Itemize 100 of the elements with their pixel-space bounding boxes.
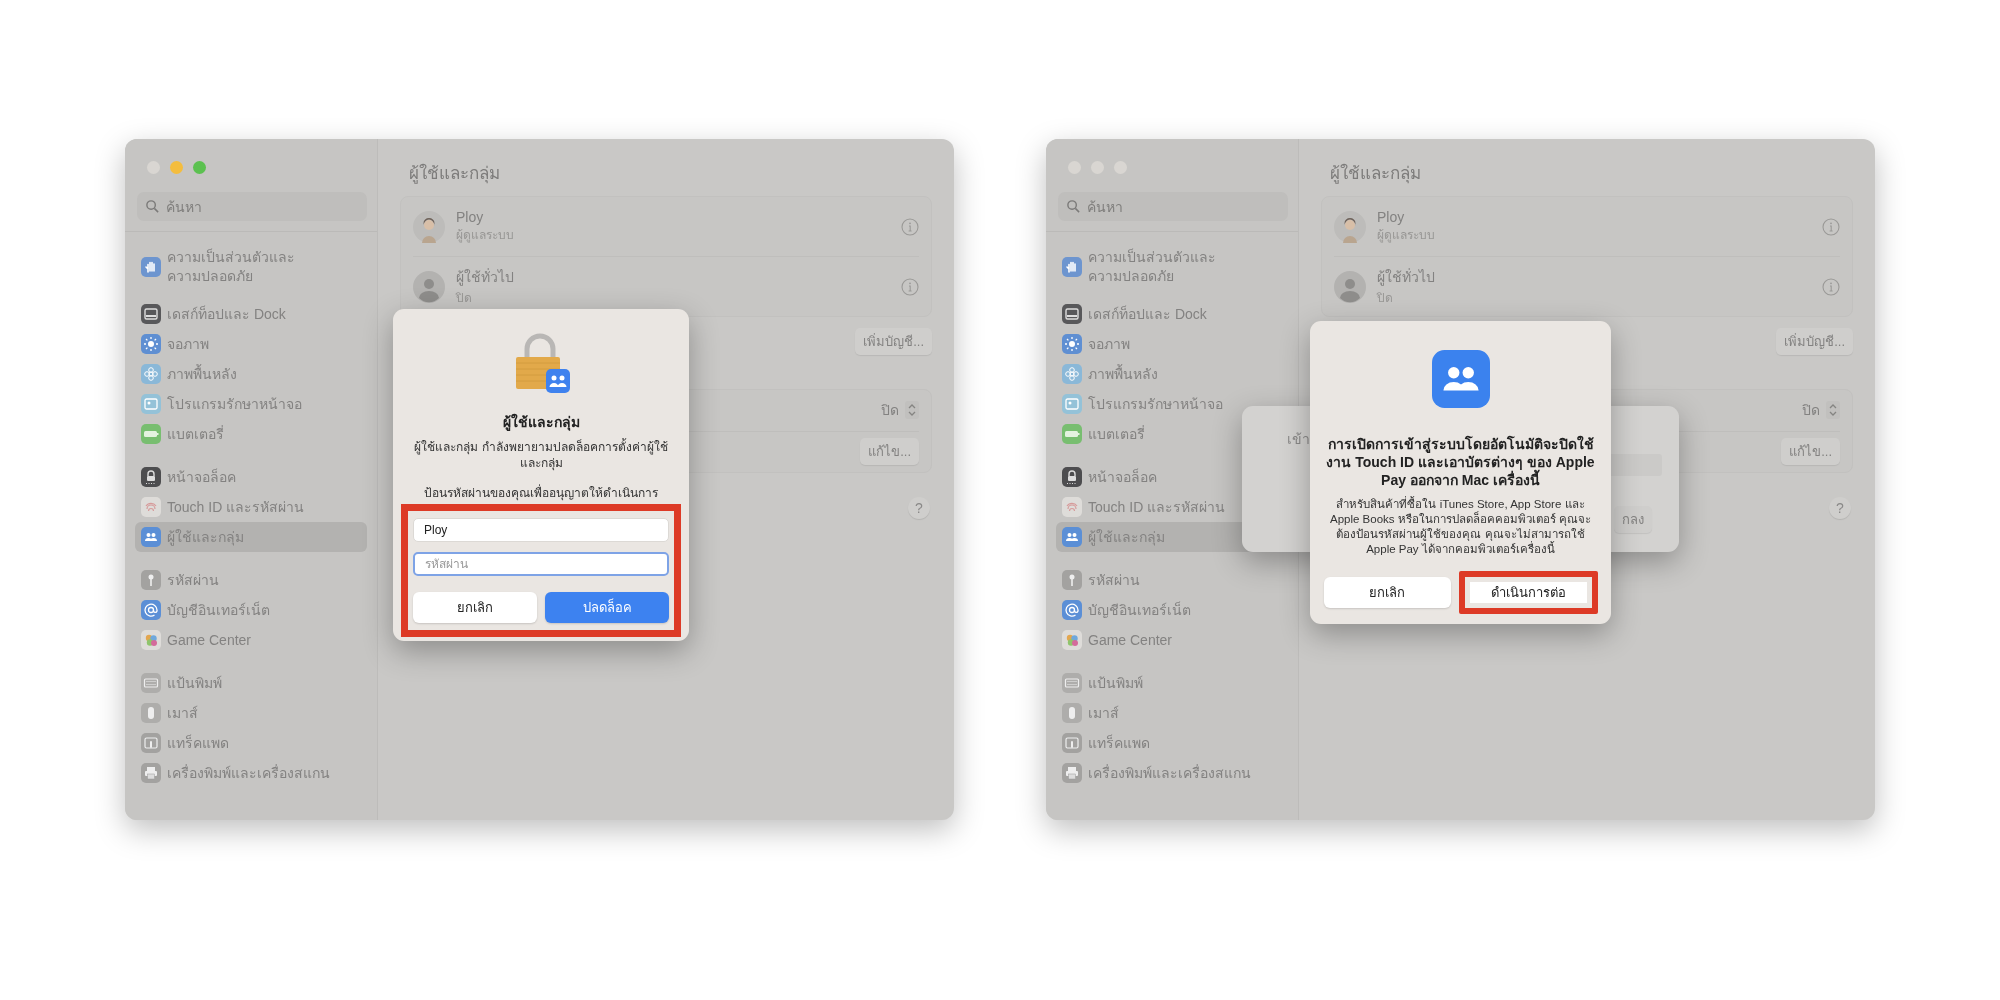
info-icon[interactable] [1822,277,1840,296]
keyboard-icon [141,673,161,693]
sidebar-item[interactable]: เดสก์ท็อปและ Dock [135,299,367,329]
ok-button[interactable]: กลง [1614,506,1652,533]
fingerprint-icon [1062,497,1082,517]
sidebar-item-label: Touch ID และรหัสผ่าน [1088,497,1226,517]
dialog-prompt: ป้อนรหัสผ่านของคุณเพื่ออนุญาตให้ดำเนินการ [424,483,658,502]
sidebar-item[interactable]: ภาพพื้นหลัง [135,359,367,389]
window-control[interactable] [170,161,183,174]
sidebar-item[interactable]: จอภาพ [1056,329,1288,359]
cancel-button[interactable]: ยกเลิก [413,592,537,623]
sidebar-item[interactable]: เครื่องพิมพ์และเครื่องสแกน [1056,758,1288,788]
dialog-title: ผู้ใช้และกลุ่ม [501,413,581,431]
sidebar-item-label: Touch ID และรหัสผ่าน [167,497,305,517]
sidebar-item[interactable]: แทร็คแพด [1056,728,1288,758]
sidebar-item-label: เดสก์ท็อปและ Dock [167,304,286,324]
sidebar-item-label: แทร็คแพด [167,733,229,753]
sidebar-item[interactable]: เครื่องพิมพ์และเครื่องสแกน [135,758,367,788]
screen-icon [141,394,161,414]
sidebar-item[interactable]: Touch ID และรหัสผ่าน [135,492,367,522]
sidebar-item-label: จอภาพ [167,334,209,354]
sidebar-item[interactable]: รหัสผ่าน [1056,565,1288,595]
hand-icon [1062,257,1082,277]
search-field[interactable]: ค้นหา [137,192,367,221]
sidebar-item[interactable]: ความเป็นส่วนตัวและ ความปลอดภัย [135,248,367,286]
sidebar-item-label: เครื่องพิมพ์และเครื่องสแกน [1088,763,1251,783]
info-icon[interactable] [901,277,919,296]
help-button[interactable]: ? [1829,497,1851,519]
sun-icon [1062,334,1082,354]
dock-icon [141,304,161,324]
continue-button[interactable]: ดำเนินการต่อ [1458,571,1598,614]
lock-icon [141,467,161,487]
sidebar-item[interactable]: Touch ID และรหัสผ่าน [1056,492,1288,522]
info-icon[interactable] [1822,217,1840,236]
sun-icon [141,334,161,354]
trackpad-icon [141,733,161,753]
dock-icon [1062,304,1082,324]
sidebar-item[interactable]: แป้นพิมพ์ [135,668,367,698]
avatar [413,210,445,243]
user-name: Ploy [1377,209,1406,225]
sidebar-item[interactable]: รหัสผ่าน [135,565,367,595]
hand-icon [141,257,161,277]
search-placeholder: ค้นหา [166,197,202,217]
sidebar-item[interactable]: เดสก์ท็อปและ Dock [1056,299,1288,329]
sidebar-item[interactable]: ภาพพื้นหลัง [1056,359,1288,389]
page-title: ผู้ใช้และกลุ่ม [1329,162,1422,184]
popup-menu[interactable]: ปิด [881,399,919,422]
sidebar-item[interactable]: แบตเตอรี่ [135,419,367,449]
sidebar-item-label: ภาพพื้นหลัง [1088,364,1158,384]
search-icon [1066,199,1081,214]
at-icon [141,600,161,620]
search-field[interactable]: ค้นหา [1058,192,1288,221]
sidebar-item[interactable]: แทร็คแพด [135,728,367,758]
sidebar-item[interactable]: โปรแกรมรักษาหน้าจอ [1056,389,1288,419]
cancel-button[interactable]: ยกเลิก [1323,577,1451,608]
password-field[interactable]: รหัสผ่าน [413,552,669,576]
sidebar-item[interactable]: บัญชีอินเทอร์เน็ต [1056,595,1288,625]
sidebar-item-label: บัญชีอินเทอร์เน็ต [167,600,270,620]
unlock-button[interactable]: ปลดล็อค [545,592,669,623]
dialog-title: การเปิดการเข้าสู่ระบบโดยอัตโนมัติจะปิดใช้งาน Touch ID และเอาบัตรต่างๆ ของ Apple Pay ออกจาก Mac เครื่องนี้ [1325,435,1596,489]
window-control[interactable] [193,161,206,174]
people-icon [141,527,161,547]
sidebar-item-label: เมาส์ [1088,703,1119,723]
sidebar-item-label: แทร็คแพด [1088,733,1150,753]
sidebar-item-label: Game Center [1088,630,1173,650]
sidebar-item[interactable]: ความเป็นส่วนตัวและ ความปลอดภัย [1056,248,1288,286]
people-icon [1431,349,1490,409]
sidebar-item[interactable]: Game Center [1056,625,1288,655]
popup-menu[interactable]: ปิด [1802,399,1840,422]
sidebar-item[interactable]: เมาส์ [1056,698,1288,728]
fingerprint-icon [141,497,161,517]
sidebar-item[interactable]: โปรแกรมรักษาหน้าจอ [135,389,367,419]
stepper-icon [905,401,919,420]
battery-icon [1062,424,1082,444]
printer-icon [141,763,161,783]
sidebar-item[interactable]: Game Center [135,625,367,655]
sidebar-item-label: ภาพพื้นหลัง [167,364,237,384]
key-icon [1062,570,1082,590]
user-name: ผู้ใช้ทั่วไป [1377,267,1436,288]
sheet-text: เข้า [1287,430,1310,449]
avatar [413,270,445,303]
sidebar-item[interactable]: แบตเตอรี่ [1056,419,1288,449]
stepper-icon [1826,401,1840,420]
add-account-button[interactable]: เพิ่มบัญชี... [1776,328,1853,355]
sidebar-item[interactable]: หน้าจอล็อค [135,462,367,492]
sidebar-item[interactable]: บัญชีอินเทอร์เน็ต [135,595,367,625]
edit-button[interactable]: แก้ไข... [860,438,919,466]
sidebar-item-label: รหัสผ่าน [167,570,219,590]
add-account-button[interactable]: เพิ่มบัญชี... [855,328,932,355]
username-field[interactable]: Ploy [413,518,669,542]
sidebar-item[interactable]: เมาส์ [135,698,367,728]
sidebar-item[interactable]: แป้นพิมพ์ [1056,668,1288,698]
dialog-message: ผู้ใช้และกลุ่ม กำลังพยายามปลดล็อคการตั้งค่าผู้ใช้และกลุ่ม [413,439,669,471]
help-button[interactable]: ? [908,497,930,519]
sidebar-item[interactable]: จอภาพ [135,329,367,359]
info-icon[interactable] [901,217,919,236]
user-name: ผู้ใช้ทั่วไป [456,267,515,288]
sidebar-item[interactable]: หน้าจอล็อค [1056,462,1288,492]
sidebar-item-label: โปรแกรมรักษาหน้าจอ [167,394,302,414]
edit-button[interactable]: แก้ไข... [1781,438,1840,466]
